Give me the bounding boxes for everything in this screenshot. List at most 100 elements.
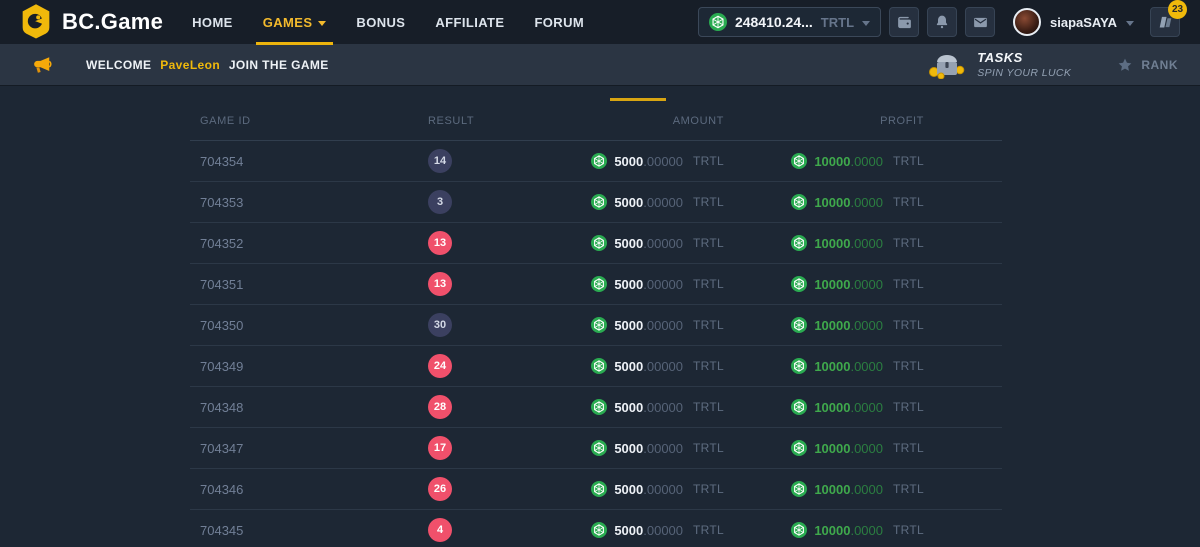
profit-cell: 10000.0000TRTL [724, 276, 924, 292]
game-id-cell: 704346 [190, 482, 422, 497]
profit-cell: 10000.0000TRTL [724, 317, 924, 333]
rank-widget[interactable]: RANK [1117, 57, 1178, 73]
amount-currency: TRTL [693, 359, 724, 373]
result-cell: 3 [422, 190, 552, 214]
profit-cell: 10000.0000TRTL [724, 522, 924, 538]
table-row[interactable]: 70434545000.00000TRTL10000.0000TRTL [190, 510, 1002, 547]
profit-value: 10000 [814, 400, 850, 415]
amount-decimals: .00000 [643, 195, 683, 210]
table-row[interactable]: 704354145000.00000TRTL10000.0000TRTL [190, 141, 1002, 182]
profit-decimals: .0000 [850, 523, 883, 538]
amount-currency: TRTL [693, 482, 724, 496]
trtl-coin-icon [591, 440, 607, 456]
user-menu[interactable]: siapaSAYA [1013, 8, 1134, 36]
table-row[interactable]: 704351135000.00000TRTL10000.0000TRTL [190, 264, 1002, 305]
amount-cell: 5000.00000TRTL [552, 481, 724, 497]
table-row[interactable]: 70435335000.00000TRTL10000.0000TRTL [190, 182, 1002, 223]
profit-decimals: .0000 [850, 441, 883, 456]
amount-currency: TRTL [693, 154, 724, 168]
amount-cell: 5000.00000TRTL [552, 194, 724, 210]
balance-selector[interactable]: 248410.24... TRTL [698, 7, 881, 37]
column-header-amount: AMOUNT [552, 115, 724, 127]
tasks-widget[interactable]: TASKS SPIN YOUR LUCK [929, 50, 1071, 79]
brand-logo[interactable]: BC.Game [20, 4, 163, 40]
nav-item-affiliate[interactable]: AFFILIATE [420, 0, 519, 44]
result-badge: 26 [428, 477, 452, 501]
profit-value: 10000 [814, 154, 850, 169]
profit-currency: TRTL [893, 318, 924, 332]
profit-decimals: .0000 [850, 359, 883, 374]
result-badge: 28 [428, 395, 452, 419]
profit-value: 10000 [814, 195, 850, 210]
game-id-cell: 704354 [190, 154, 422, 169]
trtl-coin-icon [591, 358, 607, 374]
column-header-profit: PROFIT [724, 115, 924, 127]
amount-cell: 5000.00000TRTL [552, 358, 724, 374]
table-row[interactable]: 704349245000.00000TRTL10000.0000TRTL [190, 346, 1002, 387]
chat-button[interactable]: 23 [1150, 7, 1180, 37]
nav-item-label: HOME [192, 15, 233, 30]
nav-item-forum[interactable]: FORUM [519, 0, 599, 44]
chevron-down-icon [318, 21, 326, 26]
amount-currency: TRTL [693, 236, 724, 250]
profit-value: 10000 [814, 277, 850, 292]
chat-unread-badge: 23 [1168, 0, 1187, 19]
profit-currency: TRTL [893, 441, 924, 455]
table-row[interactable]: 704346265000.00000TRTL10000.0000TRTL [190, 469, 1002, 510]
trtl-coin-icon [591, 481, 607, 497]
profit-currency: TRTL [893, 154, 924, 168]
result-badge: 4 [428, 518, 452, 542]
avatar [1013, 8, 1041, 36]
trtl-coin-icon [791, 522, 807, 538]
amount-value: 5000 [614, 236, 643, 251]
nav-item-label: GAMES [263, 15, 313, 30]
topbar-right: 248410.24... TRTL siapaSAYA [698, 7, 1180, 37]
profit-value: 10000 [814, 236, 850, 251]
amount-cell: 5000.00000TRTL [552, 235, 724, 251]
profit-decimals: .0000 [850, 482, 883, 497]
nav-item-label: BONUS [356, 15, 405, 30]
table-row[interactable]: 704347175000.00000TRTL10000.0000TRTL [190, 428, 1002, 469]
table-row[interactable]: 704350305000.00000TRTL10000.0000TRTL [190, 305, 1002, 346]
brand-name: BC.Game [62, 9, 163, 35]
game-id-cell: 704348 [190, 400, 422, 415]
profit-cell: 10000.0000TRTL [724, 358, 924, 374]
result-cell: 17 [422, 436, 552, 460]
profit-decimals: .0000 [850, 277, 883, 292]
nav-item-games[interactable]: GAMES [248, 0, 342, 44]
table-row[interactable]: 704352135000.00000TRTL10000.0000TRTL [190, 223, 1002, 264]
trtl-coin-icon [791, 194, 807, 210]
balance-value: 248410.24... [735, 14, 813, 30]
welcome-message: WELCOME PaveLeon JOIN THE GAME [86, 58, 329, 72]
banner-right: TASKS SPIN YOUR LUCK RANK [929, 50, 1178, 79]
bcgame-logo-icon [20, 4, 52, 40]
profit-value: 10000 [814, 318, 850, 333]
messages-button[interactable] [965, 7, 995, 37]
welcome-suffix: JOIN THE GAME [229, 58, 329, 72]
welcome-prefix: WELCOME [86, 58, 151, 72]
nav-item-bonus[interactable]: BONUS [341, 0, 420, 44]
amount-decimals: .00000 [643, 154, 683, 169]
amount-decimals: .00000 [643, 482, 683, 497]
table-row[interactable]: 704348285000.00000TRTL10000.0000TRTL [190, 387, 1002, 428]
treasure-chest-icon [929, 51, 965, 79]
nav-item-home[interactable]: HOME [177, 0, 248, 44]
announcement-bar: WELCOME PaveLeon JOIN THE GAME TASKS SPI… [0, 44, 1200, 86]
amount-cell: 5000.00000TRTL [552, 440, 724, 456]
amount-cell: 5000.00000TRTL [552, 276, 724, 292]
rank-label: RANK [1141, 58, 1178, 72]
profit-currency: TRTL [893, 523, 924, 537]
bets-table: GAME ID RESULT AMOUNT PROFIT 70435414500… [190, 101, 1002, 547]
notifications-button[interactable] [927, 7, 957, 37]
wallet-button[interactable] [889, 7, 919, 37]
trtl-coin-icon [591, 399, 607, 415]
bets-table-body: 704354145000.00000TRTL10000.0000TRTL7043… [190, 141, 1002, 547]
profit-decimals: .0000 [850, 154, 883, 169]
profit-currency: TRTL [893, 359, 924, 373]
profit-currency: TRTL [893, 236, 924, 250]
trtl-coin-icon [791, 440, 807, 456]
amount-currency: TRTL [693, 523, 724, 537]
game-id-cell: 704352 [190, 236, 422, 251]
game-id-cell: 704345 [190, 523, 422, 538]
amount-value: 5000 [614, 400, 643, 415]
